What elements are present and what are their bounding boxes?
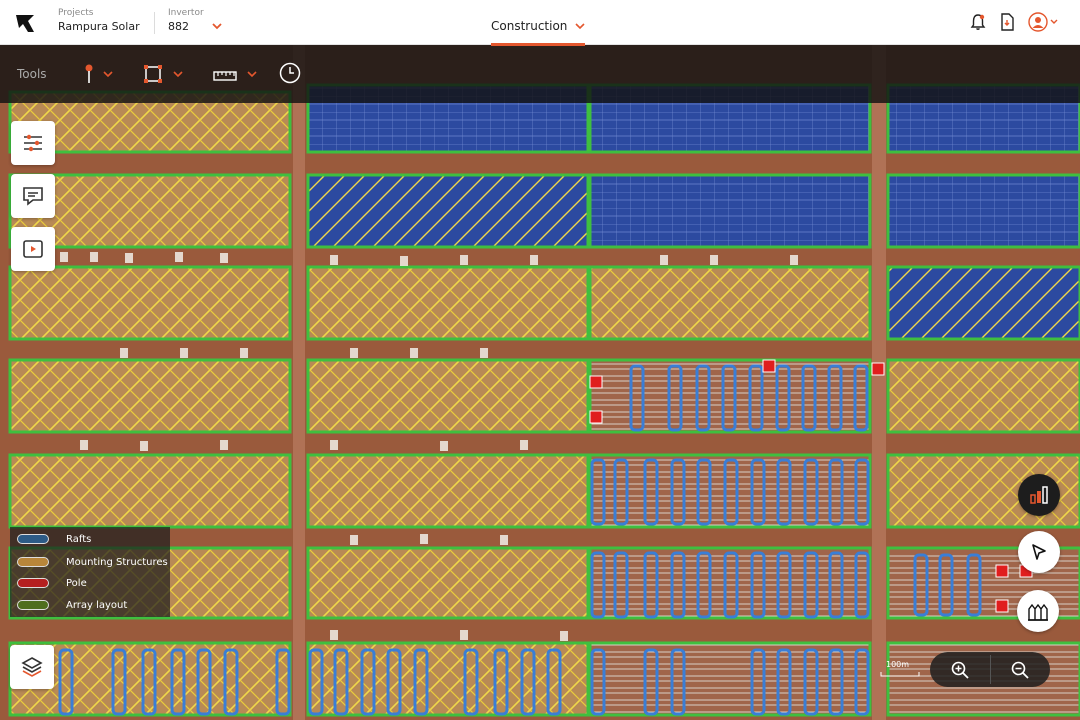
filter-button[interactable] xyxy=(11,121,55,165)
select-cursor-button[interactable] xyxy=(1018,531,1060,573)
chevron-down-icon[interactable] xyxy=(211,21,223,31)
inverter-selector[interactable]: Invertor 882 xyxy=(168,8,204,35)
legend-swatch xyxy=(17,578,49,588)
legend-swatch xyxy=(17,600,49,610)
chevron-down-icon[interactable] xyxy=(103,71,113,78)
cursor-icon xyxy=(1032,544,1046,560)
legend-item-array-layout: Array layout xyxy=(17,595,127,615)
top-header: Projects Rampura Solar Invertor 882 Cons… xyxy=(0,0,1080,46)
legend-item-mounting-structures: Mounting Structures xyxy=(17,552,168,572)
pin-icon[interactable] xyxy=(82,63,96,85)
legend-label: Mounting Structures xyxy=(66,556,168,568)
ruler-icon[interactable] xyxy=(213,63,237,85)
legend-item-pole: Pole xyxy=(17,573,87,593)
layers-button[interactable] xyxy=(10,645,54,689)
legend-label: Array layout xyxy=(66,599,128,611)
select-box-icon[interactable] xyxy=(143,63,163,85)
logo-icon[interactable] xyxy=(14,12,36,34)
clock-icon[interactable] xyxy=(279,62,301,84)
layers-icon xyxy=(21,657,43,677)
comment-icon xyxy=(23,187,43,206)
inverter-label: Invertor xyxy=(168,8,204,18)
projects-value: Rampura Solar xyxy=(58,20,140,33)
zoom-controls xyxy=(930,652,1050,687)
tools-label: Tools xyxy=(17,67,47,81)
legend-item-rafts: Rafts xyxy=(17,529,91,549)
bell-icon[interactable] xyxy=(968,12,988,32)
zoom-in-button[interactable] xyxy=(930,652,990,687)
scale-bar-icon xyxy=(880,672,920,677)
zoom-out-icon xyxy=(1011,661,1029,679)
chevron-down-icon[interactable] xyxy=(574,22,585,30)
header-divider xyxy=(154,12,155,34)
zoom-out-button[interactable] xyxy=(990,652,1050,687)
progress-chart-button[interactable] xyxy=(1018,474,1060,516)
report-icon[interactable] xyxy=(997,12,1017,32)
video-icon xyxy=(23,240,43,258)
inverter-value: 882 xyxy=(168,20,189,33)
comments-button[interactable] xyxy=(11,174,55,218)
tab-construction[interactable]: Construction xyxy=(491,15,585,46)
filter-icon xyxy=(24,134,42,152)
legend-swatch xyxy=(17,557,49,567)
chevron-down-icon[interactable] xyxy=(247,71,257,78)
chevron-down-icon[interactable] xyxy=(173,71,183,78)
video-button[interactable] xyxy=(11,227,55,271)
tools-toolbar: Tools xyxy=(0,45,1080,103)
projects-label: Projects xyxy=(58,8,94,18)
active-tab-indicator xyxy=(491,43,585,46)
tab-construction-label: Construction xyxy=(491,19,568,33)
legend-label: Rafts xyxy=(66,533,92,545)
map-legend: Rafts Mounting Structures Pole Array lay… xyxy=(10,527,170,617)
legend-swatch xyxy=(17,534,49,544)
projects-selector[interactable]: Projects Rampura Solar xyxy=(58,8,140,35)
zoom-in-icon xyxy=(951,661,969,679)
user-avatar-icon[interactable] xyxy=(1028,12,1058,32)
chart-icon xyxy=(1030,486,1048,504)
legend-label: Pole xyxy=(66,577,87,589)
inventory-icon xyxy=(1028,603,1048,621)
inventory-button[interactable] xyxy=(1017,590,1059,632)
site-map[interactable] xyxy=(0,45,1080,720)
map-scale: 100m xyxy=(880,660,920,678)
